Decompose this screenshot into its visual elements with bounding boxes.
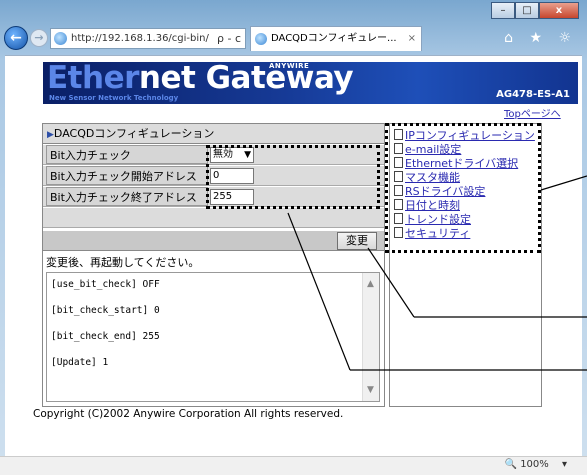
forward-button[interactable]: → — [30, 29, 48, 47]
maximize-button[interactable]: □ — [515, 2, 539, 19]
close-window-button[interactable]: x — [539, 2, 579, 19]
logo-subtitle: New Sensor Network Technology — [49, 94, 179, 102]
page-content: Ethernet Gateway ANYWIRE New Sensor Netw… — [5, 55, 582, 460]
ie-page-icon — [54, 32, 67, 45]
form-fields-callout-box — [206, 145, 380, 209]
button-row: 変更 — [43, 231, 384, 251]
log-scrollbar[interactable]: ▲ ▼ — [362, 273, 379, 401]
log-line: [use_bit_check] OFF — [51, 279, 160, 290]
scroll-up-icon[interactable]: ▲ — [367, 279, 374, 289]
top-page-link[interactable]: Topページへ — [504, 105, 561, 120]
menu-callout-box — [385, 123, 541, 253]
change-button[interactable]: 変更 — [337, 232, 377, 250]
triangle-icon: ▶ — [47, 130, 54, 140]
status-log[interactable]: [use_bit_check] OFF [bit_check_start] 0 … — [46, 272, 380, 402]
panel-title: ▶DACQDコンフィギュレーション — [43, 124, 384, 144]
tab-title: DACQDコンフィギュレー... — [271, 33, 397, 44]
search-refresh-icons[interactable]: ρ - c — [217, 29, 241, 48]
back-button[interactable]: ← — [4, 26, 28, 50]
bit-check-label: Bit入力チェック — [46, 145, 208, 164]
chevron-down-icon: ▾ — [561, 459, 567, 470]
address-text: http://192.168.1.36/cgi-bin/ — [71, 33, 209, 44]
model-number: AG478-ES-A1 — [496, 89, 570, 100]
scroll-down-icon[interactable]: ▼ — [367, 385, 374, 395]
panel-title-text: DACQDコンフィギュレーション — [53, 127, 215, 140]
home-favorites-settings-icons[interactable]: ⌂ ★ ☼ — [504, 30, 577, 46]
minimize-button[interactable]: – — [491, 2, 515, 19]
restart-message: 変更後、再起動してください。 — [46, 256, 200, 269]
copyright-text: Copyright (C)2002 Anywire Corporation Al… — [33, 408, 344, 420]
start-address-label: Bit入力チェック開始アドレス — [46, 166, 208, 185]
log-line: [bit_check_start] 0 — [51, 305, 160, 316]
logo-part1: Ether — [47, 62, 139, 96]
zoom-icon: 🔍 — [504, 459, 517, 470]
logo-anywire: ANYWIRE — [269, 62, 310, 70]
window-controls: – □ x — [491, 2, 579, 19]
title-bar: – □ x — [0, 0, 587, 22]
tab-dacqd[interactable]: DACQDコンフィギュレー... × — [250, 26, 422, 51]
browser-toolbar: ← → http://192.168.1.36/cgi-bin/ ρ - c D… — [0, 22, 587, 54]
end-address-label: Bit入力チェック終了アドレス — [46, 187, 208, 206]
ethernet-gateway-logo: Ethernet Gateway ANYWIRE New Sensor Netw… — [43, 62, 578, 104]
ie-tab-icon — [255, 33, 267, 45]
log-line: [Update] 1 — [51, 357, 109, 368]
status-bar: 🔍 100% ▾ — [0, 456, 587, 475]
browser-window: – □ x ← → http://192.168.1.36/cgi-bin/ ρ… — [0, 0, 587, 475]
logo-part2: net Gateway — [138, 62, 354, 96]
tab-close-icon[interactable]: × — [408, 27, 416, 50]
row-spacer — [43, 208, 384, 228]
zoom-control[interactable]: 🔍 100% ▾ — [505, 459, 567, 470]
log-line: [bit_check_end] 255 — [51, 331, 160, 342]
address-bar[interactable]: http://192.168.1.36/cgi-bin/ ρ - c — [50, 28, 246, 49]
zoom-level: 100% — [520, 459, 549, 470]
